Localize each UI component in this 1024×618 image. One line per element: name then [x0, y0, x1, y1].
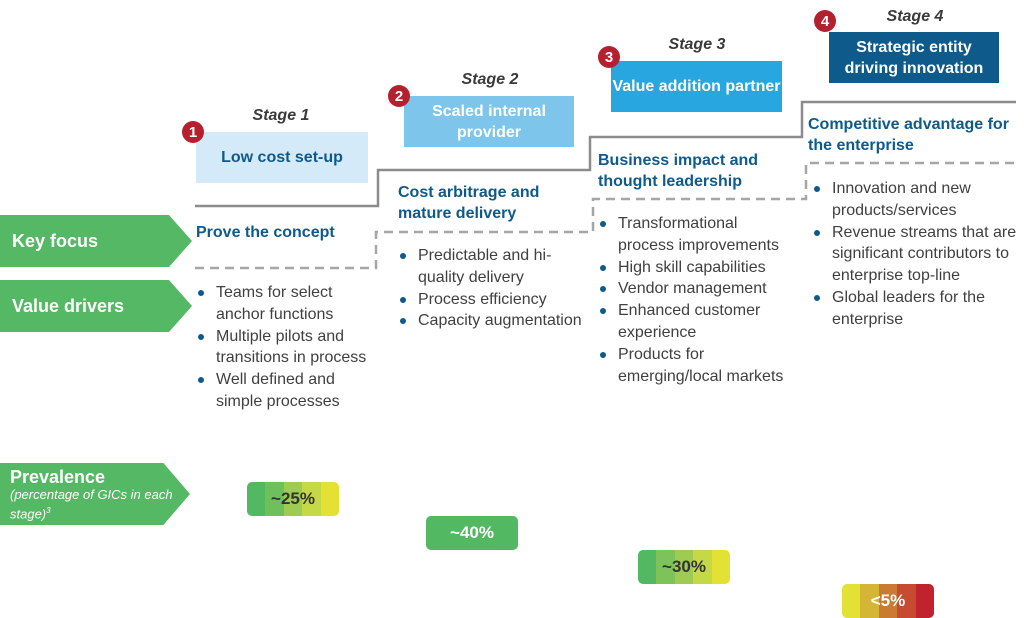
value-drivers-text: Value drivers: [12, 295, 125, 316]
key-focus-text: Key focus: [12, 230, 99, 251]
value-driver-item: Well defined and simple processes: [194, 369, 374, 413]
stage-2-value-drivers: Predictable and hi-quality delivery Proce…: [396, 245, 586, 332]
value-driver-item: Process efficiency: [396, 289, 586, 311]
value-driver-item: Revenue streams that are significant con…: [810, 222, 1020, 287]
value-driver-item: Innovation and new products/services: [810, 178, 1020, 222]
value-driver-item: Predictable and hi-quality delivery: [396, 245, 586, 289]
prevalence-title: Prevalence: [10, 467, 106, 487]
stage-4-key-focus: Competitive advantage for the enterprise: [808, 116, 1009, 154]
stage-1-number-badge: 1: [182, 121, 204, 143]
value-driver-item: Transformational process improvements: [596, 213, 796, 257]
stage-1-prevalence-value: ~25%: [271, 489, 315, 508]
stage-2-label: Stage 2: [461, 71, 519, 88]
stage-3-prevalence-value: ~30%: [662, 557, 706, 576]
value-driver-item: Vendor management: [596, 278, 796, 300]
value-driver-item: Products for emerging/local markets: [596, 344, 796, 388]
stage-4-value-drivers: Innovation and new products/services Reve…: [810, 178, 1020, 331]
stage-1-key-focus: Prove the concept: [196, 224, 335, 241]
stage-2-prevalence-value: ~40%: [450, 523, 494, 542]
prevalence-subtitle: (percentage of GICs in each stage)3: [10, 487, 173, 522]
stage-2-prevalence-pill: ~40%: [426, 516, 518, 550]
prevalence-label: Prevalence (percentage of GICs in each s…: [0, 463, 190, 525]
value-driver-item: Multiple pilots and transitions in proce…: [194, 326, 374, 370]
stage-1-prevalence-pill: ~25%: [247, 482, 339, 516]
key-focus-label: Key focus: [0, 215, 192, 267]
stage-3-number-badge: 3: [598, 46, 620, 68]
footnote-marker: 3: [46, 506, 51, 515]
stage-2-number-badge: 2: [388, 85, 410, 107]
value-driver-item: Teams for select anchor functions: [194, 282, 374, 326]
stage-3-key-focus: Business impact and thought leadership: [598, 152, 759, 190]
stage-3-value-drivers: Transformational process improvements Hig…: [596, 213, 796, 387]
stage-1-label: Stage 1: [252, 107, 310, 124]
value-driver-item: Enhanced customer experience: [596, 300, 796, 344]
value-drivers-label: Value drivers: [0, 280, 192, 332]
stage-3-box: Value addition partner: [611, 61, 782, 112]
stage-4-prevalence-value: <5%: [870, 591, 906, 610]
stage-1-box: Low cost set-up: [196, 132, 368, 183]
stage-3-label: Stage 3: [668, 36, 726, 53]
value-driver-item: Global leaders for the enterprise: [810, 287, 1020, 331]
stage-2-key-focus: Cost arbitrage and mature delivery: [398, 184, 540, 222]
stage-4-label: Stage 4: [886, 8, 944, 25]
stage-4-prevalence-pill: <5%: [842, 584, 934, 618]
value-driver-item: Capacity augmentation: [396, 310, 586, 332]
stage-4-number-badge: 4: [814, 10, 836, 32]
value-driver-item: High skill capabilities: [596, 257, 796, 279]
stage-4-box: Strategic entity driving innovation: [829, 32, 999, 83]
stage-1-value-drivers: Teams for select anchor functions Multipl…: [194, 282, 374, 413]
stage-3-prevalence-pill: ~30%: [638, 550, 730, 584]
stage-2-box: Scaled internal provider: [404, 96, 574, 147]
